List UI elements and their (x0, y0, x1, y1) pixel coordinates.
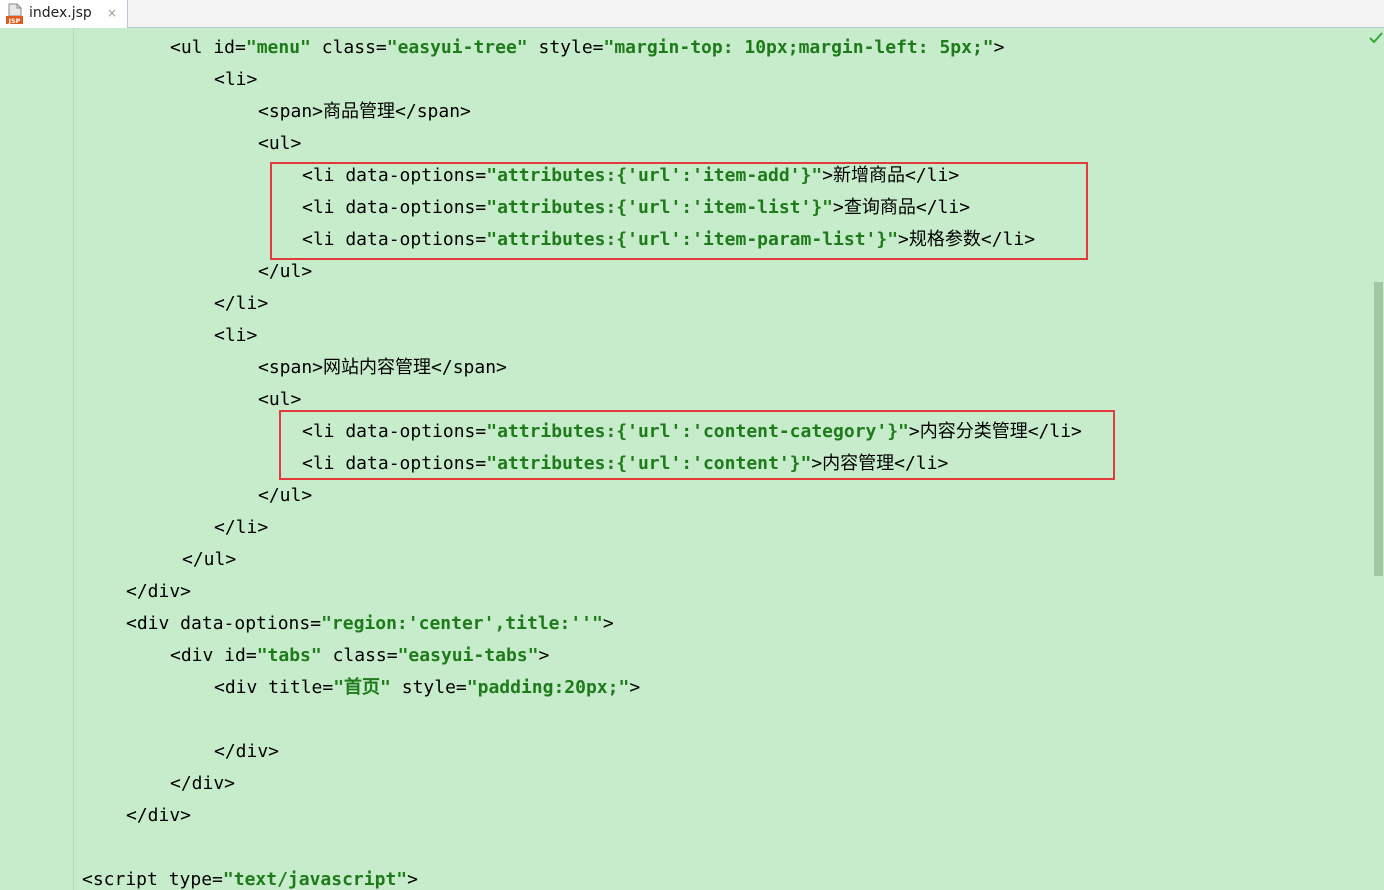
markup-token: <span>网站内容管理</span> (258, 357, 507, 378)
code-line[interactable]: 25<ul> (74, 128, 1372, 160)
code-line[interactable]: 32<span>网站内容管理</span> (74, 352, 1372, 384)
code-line[interactable]: 37</li> (74, 512, 1372, 544)
markup-token: </li> (214, 293, 269, 314)
code-text: <div data-options="region:'center',title… (126, 608, 614, 640)
code-text: </div> (170, 768, 235, 800)
code-text: </div> (126, 800, 191, 832)
code-line[interactable]: 40<div data-options="region:'center',tit… (74, 608, 1372, 640)
markup-token: <ul id= (170, 37, 246, 58)
code-line[interactable]: 47 (74, 832, 1372, 864)
editor-tab-bar: JSP index.jsp × (0, 0, 1384, 28)
attribute-value: "menu" (245, 37, 311, 58)
markup-token: class= (310, 37, 387, 58)
code-line[interactable]: 46</div> (74, 800, 1372, 832)
close-icon[interactable]: × (107, 6, 117, 20)
markup-token: <span>商品管理</span> (258, 101, 471, 122)
code-text: <li> (214, 320, 257, 352)
markup-token: <ul> (258, 133, 302, 154)
code-text: <li> (214, 64, 257, 96)
code-line[interactable]: 36</ul> (74, 480, 1372, 512)
highlight-box-content-menu (279, 410, 1115, 480)
attribute-value: "margin-top: 10px;margin-left: 5px;" (603, 37, 994, 58)
markup-token: > (407, 869, 418, 890)
code-line[interactable]: 31<li> (74, 320, 1372, 352)
markup-token: </div> (126, 805, 192, 826)
code-editor[interactable]: 22<ul id="menu" class="easyui-tree" styl… (74, 28, 1372, 890)
markup-token: <div title= (214, 677, 334, 698)
code-line[interactable]: 48<script type="text/javascript"> (74, 864, 1372, 890)
markup-token: > (993, 37, 1005, 58)
code-text: <div title="首页" style="padding:20px;"> (214, 672, 640, 704)
markup-token: <script type= (82, 869, 223, 890)
markup-token: > (538, 645, 550, 666)
code-line[interactable]: 29</ul> (74, 256, 1372, 288)
code-text: <script type="text/javascript"> (82, 864, 418, 890)
code-text: <span>网站内容管理</span> (258, 352, 507, 384)
markup-token: <div id= (170, 645, 257, 666)
markup-token: <ul> (258, 389, 302, 410)
code-text: <ul id="menu" class="easyui-tree" style=… (170, 32, 1004, 64)
code-line[interactable]: 23<li> (74, 64, 1372, 96)
attribute-value: "tabs" (256, 645, 322, 666)
markup-token: </ul> (182, 549, 237, 570)
code-text: </ul> (258, 480, 312, 512)
attribute-value: "首页" (333, 677, 391, 698)
markup-token: <div data-options= (126, 613, 322, 634)
code-text: <div id="tabs" class="easyui-tabs"> (170, 640, 549, 672)
markup-token: </ul> (258, 261, 313, 282)
code-text: </div> (214, 736, 279, 768)
markup-token: </ul> (258, 485, 313, 506)
attribute-value: "padding:20px;" (466, 677, 630, 698)
markup-token: </li> (214, 517, 269, 538)
code-text: </ul> (258, 256, 312, 288)
jsp-badge-text: JSP (8, 17, 21, 25)
tab-index-jsp[interactable]: JSP index.jsp × (0, 0, 128, 28)
code-line[interactable]: 41<div id="tabs" class="easyui-tabs"> (74, 640, 1372, 672)
markup-token: </div> (170, 773, 236, 794)
markup-token: </div> (126, 581, 192, 602)
tab-title: index.jsp (29, 5, 92, 21)
highlight-box-item-menu (270, 162, 1088, 260)
code-line[interactable]: 42<div title="首页" style="padding:20px;"> (74, 672, 1372, 704)
markup-token: <li> (214, 69, 258, 90)
markup-token: > (602, 613, 614, 634)
code-line[interactable]: 45</div> (74, 768, 1372, 800)
code-line[interactable]: 30</li> (74, 288, 1372, 320)
code-text: </li> (214, 512, 268, 544)
markup-token: <li> (214, 325, 258, 346)
code-text: <span>商品管理</span> (258, 96, 471, 128)
code-text: </div> (126, 576, 191, 608)
code-line[interactable]: 24<span>商品管理</span> (74, 96, 1372, 128)
jsp-file-icon: JSP (6, 3, 23, 25)
code-line[interactable]: 44</div> (74, 736, 1372, 768)
attribute-value: "easyui-tree" (386, 37, 528, 58)
line-number-gutter (0, 28, 74, 890)
markup-token: class= (321, 645, 398, 666)
code-line[interactable]: 39</div> (74, 576, 1372, 608)
code-text: <ul> (258, 128, 301, 160)
code-line[interactable]: 38</ul> (74, 544, 1372, 576)
markup-token: style= (390, 677, 467, 698)
check-icon (1369, 32, 1383, 44)
markup-token: > (629, 677, 641, 698)
code-line[interactable]: 43 (74, 704, 1372, 736)
markup-token: </div> (214, 741, 280, 762)
attribute-value: "region:'center',title:''" (321, 613, 603, 634)
code-text: </ul> (182, 544, 236, 576)
attribute-value: "easyui-tabs" (397, 645, 539, 666)
markup-token: style= (527, 37, 604, 58)
code-line[interactable]: 22<ul id="menu" class="easyui-tree" styl… (74, 32, 1372, 64)
attribute-value: "text/javascript" (222, 869, 408, 890)
code-text: </li> (214, 288, 268, 320)
scrollbar-thumb[interactable] (1374, 282, 1383, 576)
